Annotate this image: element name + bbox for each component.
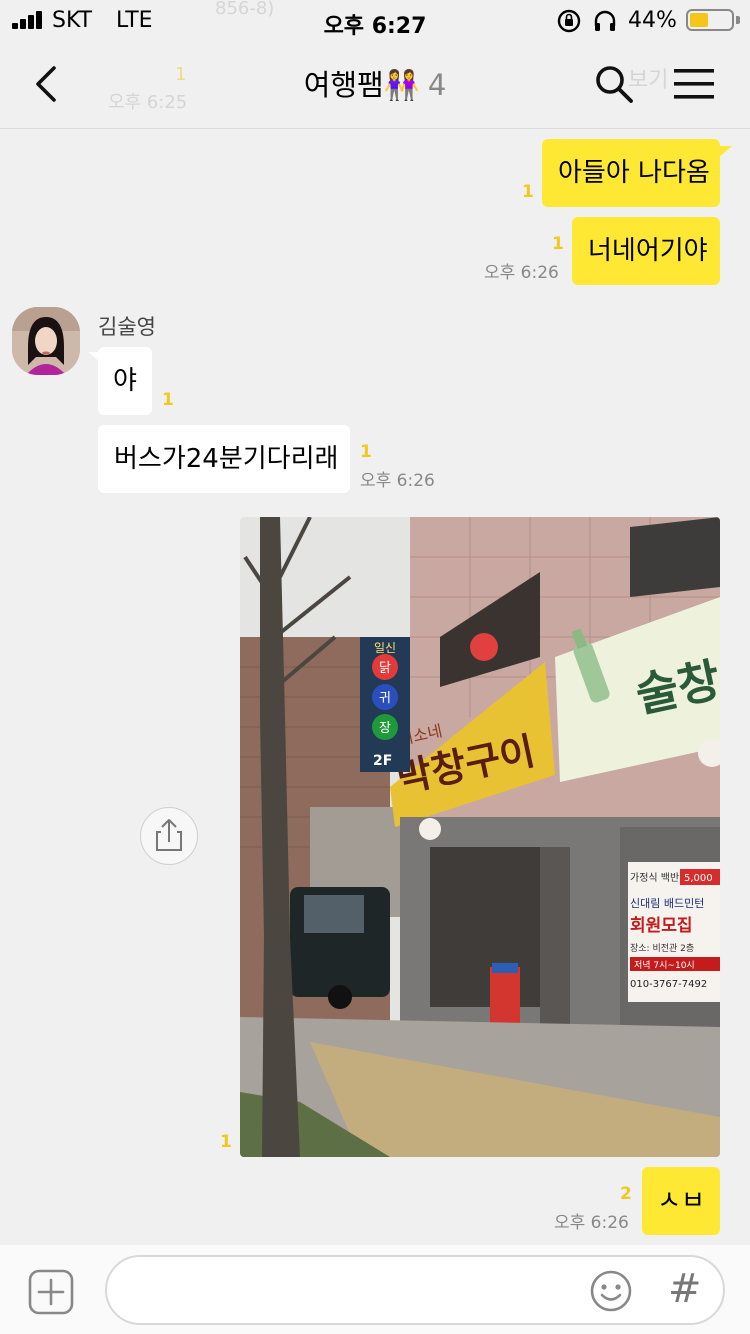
member-count: 4: [427, 68, 447, 102]
poster-price: 5,000: [684, 873, 713, 884]
poster-line4: 장소: 비전관 2층: [630, 943, 694, 954]
bubble-tail: [718, 146, 732, 158]
my-message-bubble[interactable]: 아들아 나다옴: [542, 139, 720, 207]
unread-count: 2: [620, 1184, 632, 1204]
emoticon-icon[interactable]: [588, 1268, 634, 1314]
share-button[interactable]: [140, 807, 198, 865]
unread-count: 1: [162, 390, 174, 410]
side-sign-c2: 귀: [379, 691, 391, 706]
unread-count: 1: [360, 442, 372, 462]
chat-title-emoji: 👭: [383, 68, 420, 102]
side-sign-c1: 닭: [379, 661, 391, 676]
ghost-text-top: 856-8): [215, 0, 275, 19]
battery-level: [690, 13, 708, 27]
search-icon[interactable]: [594, 64, 634, 104]
add-icon[interactable]: [28, 1269, 74, 1315]
message-time: 오후 6:26: [360, 471, 435, 491]
share-icon: [156, 819, 182, 851]
chat-title: 여행팸👭 4: [0, 62, 750, 104]
street-photo: 미소네 막창구이 술창 일신 닭 귀 장 2F 가정식 백반 5,000 신대림…: [240, 517, 720, 1157]
poster-line5: 저녁 7시~10시: [634, 960, 695, 971]
headphones-icon: [594, 10, 616, 31]
other-message-bubble[interactable]: 야: [98, 347, 152, 415]
unread-count: 1: [220, 1132, 232, 1152]
battery-percent: 44%: [628, 8, 677, 33]
battery-cap: [736, 16, 740, 24]
avatar-image: [12, 307, 80, 375]
status-bar: SKT LTE 오후 6:27 44%: [0, 0, 750, 40]
unread-count: 1: [552, 234, 564, 254]
chat-title-text: 여행팸: [303, 68, 384, 102]
side-sign-text: 2F: [373, 753, 392, 769]
my-message-bubble[interactable]: 너네어기야: [572, 217, 720, 285]
side-sign-top: 일신: [374, 641, 396, 655]
sender-name: 김술영: [98, 315, 156, 339]
message-time: 오후 6:26: [554, 1213, 629, 1233]
photo-message[interactable]: 미소네 막창구이 술창 일신 닭 귀 장 2F 가정식 백반 5,000 신대림…: [240, 517, 720, 1157]
side-sign-c3: 장: [379, 721, 391, 736]
my-message-bubble[interactable]: ㅅㅂ: [642, 1167, 720, 1235]
unread-count: 1: [522, 182, 534, 202]
other-message-bubble[interactable]: 버스가24분기다리래: [98, 425, 350, 493]
hash-button[interactable]: #: [668, 1266, 702, 1312]
poster-line2: 신대림 배드민턴: [630, 897, 704, 910]
rotation-lock-icon: [557, 9, 581, 33]
message-time: 오후 6:26: [484, 263, 559, 283]
battery-icon: [686, 9, 734, 31]
poster-line1: 가정식 백반: [630, 872, 679, 884]
poster-line3: 회원모집: [630, 916, 693, 936]
poster-phone: 010-3767-7492: [630, 979, 707, 990]
menu-icon[interactable]: [672, 66, 716, 102]
avatar[interactable]: [12, 307, 80, 375]
